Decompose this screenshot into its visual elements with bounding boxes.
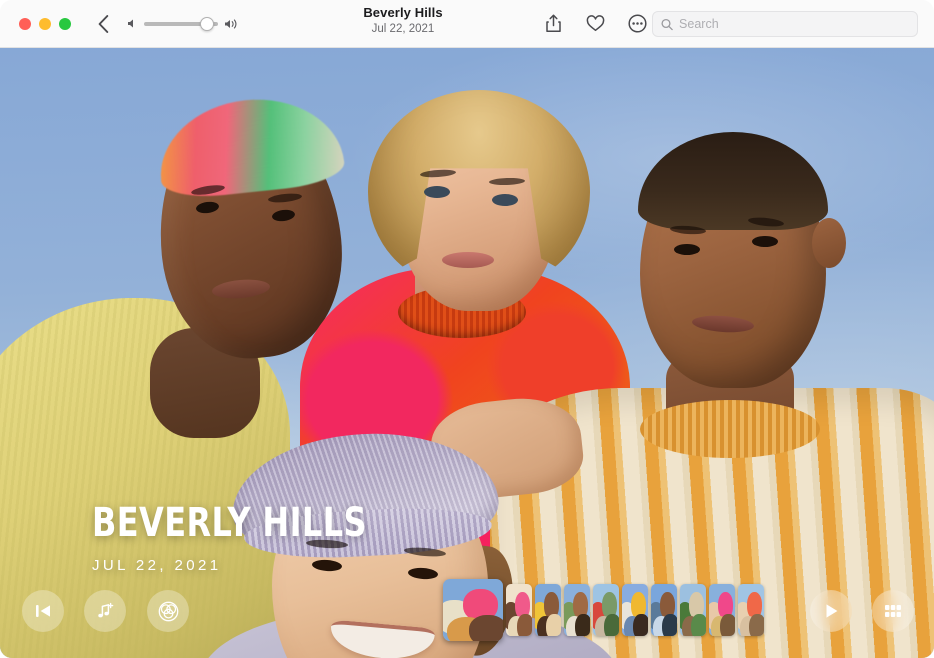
photos-memory-window: Beverly Hills Jul 22, 2021 — [0, 0, 934, 658]
filmstrip-thumbnail[interactable] — [709, 584, 735, 636]
play-icon — [822, 602, 840, 620]
filmstrip-thumbnail[interactable] — [651, 584, 677, 636]
share-button[interactable] — [542, 13, 564, 35]
center-eye — [492, 194, 518, 206]
more-button[interactable] — [626, 13, 648, 35]
filmstrip-thumbnail[interactable] — [535, 584, 561, 636]
thumbnail-detail — [517, 614, 532, 636]
page-subtitle: Jul 22, 2021 — [363, 22, 442, 36]
center-eye — [424, 186, 450, 198]
search-field[interactable] — [652, 11, 918, 37]
thumbnail-detail — [575, 614, 590, 636]
playback-control-bar — [0, 568, 934, 658]
filmstrip-thumbnail[interactable] — [443, 579, 503, 641]
skip-back-icon — [34, 603, 52, 619]
right-eye — [752, 236, 778, 247]
right-eye — [674, 244, 700, 255]
memory-photo-stage[interactable]: BEVERLY HILLS JUL 22, 2021 — [0, 48, 934, 658]
ellipsis-circle-icon — [628, 14, 647, 33]
speaker-min-icon — [127, 18, 138, 29]
volume-slider-track[interactable] — [144, 22, 218, 26]
play-button[interactable] — [810, 590, 852, 632]
toolbar-title-block: Beverly Hills Jul 22, 2021 — [363, 5, 442, 37]
traffic-light-group — [0, 18, 71, 30]
page-title: Beverly Hills — [363, 5, 442, 21]
grid-icon — [884, 604, 902, 618]
window-toolbar: Beverly Hills Jul 22, 2021 — [0, 0, 934, 48]
thumbnail-detail — [604, 614, 619, 636]
previous-button[interactable] — [22, 590, 64, 632]
minimize-button[interactable] — [39, 18, 51, 30]
filmstrip-thumbnail[interactable] — [506, 584, 532, 636]
filmstrip-thumbnail[interactable] — [564, 584, 590, 636]
thumbnail-detail — [691, 614, 706, 636]
right-ear — [812, 218, 846, 268]
back-button[interactable] — [93, 13, 113, 35]
thumbnail-detail — [720, 614, 735, 636]
search-icon — [661, 18, 673, 31]
thumbnail-detail — [749, 614, 764, 636]
search-input[interactable] — [679, 17, 909, 31]
chevron-left-icon — [98, 15, 109, 33]
photo-filmstrip[interactable] — [443, 578, 764, 642]
filmstrip-thumbnail[interactable] — [680, 584, 706, 636]
filter-button[interactable] — [147, 590, 189, 632]
heart-icon — [586, 15, 605, 32]
filmstrip-thumbnail[interactable] — [593, 584, 619, 636]
volume-control[interactable] — [127, 18, 239, 30]
music-button[interactable] — [84, 590, 126, 632]
color-wheel-icon — [158, 601, 179, 622]
grid-view-button[interactable] — [872, 590, 914, 632]
speaker-max-icon — [224, 18, 239, 30]
zoom-button[interactable] — [59, 18, 71, 30]
thumbnail-detail — [633, 614, 648, 636]
filmstrip-thumbnail[interactable] — [622, 584, 648, 636]
thumbnail-detail — [662, 614, 677, 636]
close-button[interactable] — [19, 18, 31, 30]
volume-slider-knob[interactable] — [200, 17, 214, 31]
center-mouth — [442, 252, 494, 268]
favorite-button[interactable] — [584, 13, 606, 35]
filmstrip-thumbnail[interactable] — [738, 584, 764, 636]
thumbnail-detail — [546, 614, 561, 636]
toolbar-actions — [542, 13, 648, 35]
music-note-add-icon — [95, 601, 115, 621]
share-icon — [545, 14, 562, 33]
right-collar — [640, 400, 820, 458]
thumbnail-detail — [469, 615, 503, 641]
